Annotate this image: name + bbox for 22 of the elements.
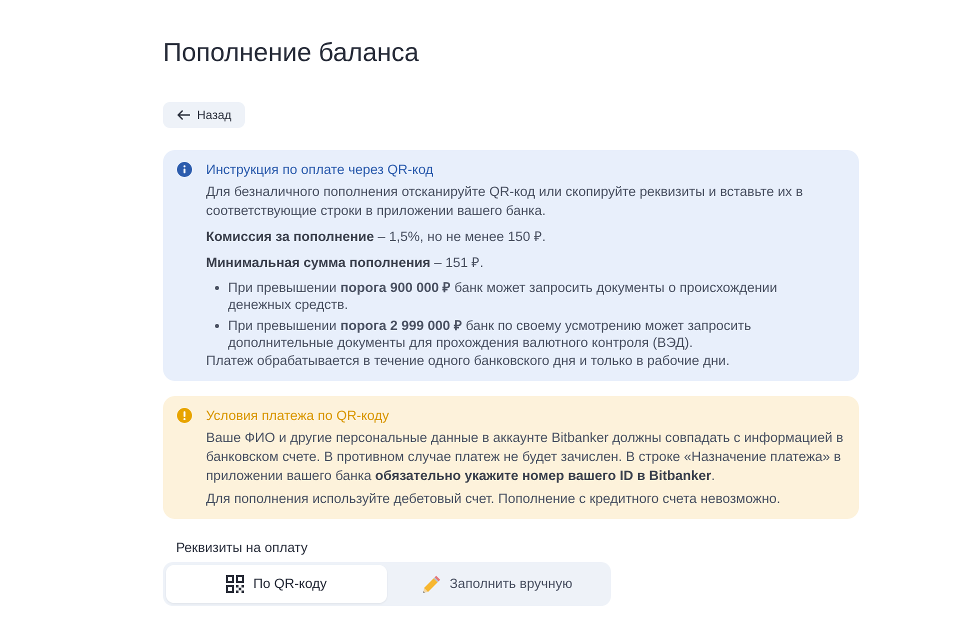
notice-title: Условия платежа по QR-коду — [206, 407, 390, 425]
bullet-icon — [215, 286, 219, 290]
notice-title: Инструкция по оплате через QR-код — [206, 161, 434, 179]
pencil-icon — [422, 575, 441, 593]
qr-code-icon — [226, 575, 244, 593]
exclamation-icon — [177, 408, 192, 423]
notice-paragraph: Минимальная сумма пополнения – 151 ₽. — [206, 254, 484, 272]
arrow-left-icon — [177, 110, 190, 120]
section-label: Реквизиты на оплату — [176, 539, 309, 557]
bullet-text: При превышении порога 900 000 ₽ банк может запросить документы о происхождении денежных средств. — [228, 279, 778, 313]
back-button[interactable]: Назад — [163, 102, 246, 128]
notice-paragraph: Ваше ФИО и другие персональные данные в аккаунте Bitbanker должны совпадать с информацией в банковском счете. В противном случае платеж не будет зачислен. В строке «Назначение платежа» в приложении вашего банка обязательно укажите номер вашего ID в Bitbanker. — [206, 429, 844, 485]
notice-paragraph: Для безналичного пополнения отсканируйте QR-код или скопируйте реквизиты и вставьте их в соответствующие строки в приложении вашего банка. — [206, 183, 804, 220]
info-icon — [177, 162, 192, 177]
notice-paragraph: Комиссия за пополнение – 1,5%, но не менее 150 ₽. — [206, 228, 547, 246]
page-title: Пополнение баланса — [163, 36, 420, 68]
bullet-icon — [215, 324, 219, 328]
tab[interactable]: Заполнить вручную — [387, 565, 608, 603]
notice-paragraph: Для пополнения используйте дебетовый счет. Пополнение с кредитного счета невозможно. — [206, 490, 782, 508]
tab[interactable]: По QR-коду — [166, 565, 387, 603]
notice-paragraph: Платеж обрабатывается в течение одного банковского дня и только в рабочие дни. — [206, 352, 731, 370]
bullet-text: При превышении порога 2 999 000 ₽ банк по своему усмотрению может запросить дополнительные документы для прохождения валютного контроля (ВЭД). — [228, 317, 752, 351]
